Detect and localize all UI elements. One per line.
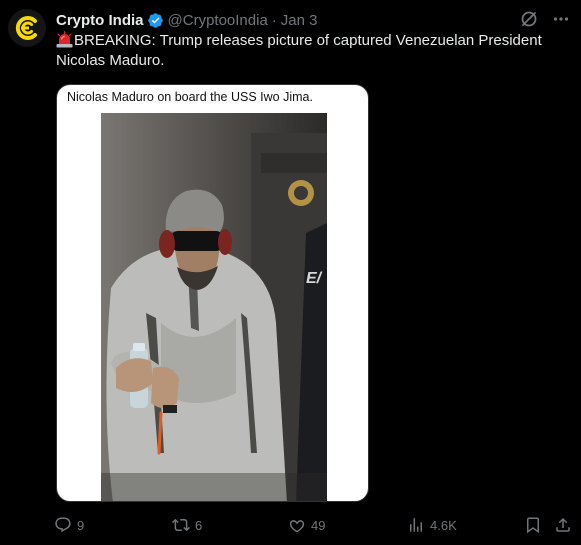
tweet-text: BREAKING: Trump releases picture of capt… bbox=[56, 30, 566, 71]
share-button[interactable] bbox=[554, 514, 572, 536]
repost-button[interactable]: 6 bbox=[172, 514, 202, 536]
media-caption: Nicolas Maduro on board the USS Iwo Jima… bbox=[67, 90, 313, 104]
reply-button[interactable]: 9 bbox=[54, 514, 84, 536]
tweet-body: BREAKING: Trump releases picture of capt… bbox=[56, 32, 542, 69]
post-date[interactable]: Jan 3 bbox=[281, 12, 318, 29]
like-button[interactable]: 49 bbox=[288, 514, 325, 536]
siren-emoji-icon bbox=[56, 30, 73, 48]
grok-icon[interactable] bbox=[519, 9, 539, 29]
views-button[interactable]: 4.6K bbox=[407, 514, 457, 536]
reply-count: 9 bbox=[77, 517, 85, 533]
post[interactable]: Crypto India @CryptooIndia · Jan 3 BREAK… bbox=[0, 0, 581, 545]
user-handle[interactable]: @CryptooIndia bbox=[168, 12, 268, 29]
bookmark-button[interactable] bbox=[524, 514, 542, 536]
repost-count: 6 bbox=[195, 517, 203, 533]
repost-icon bbox=[172, 518, 190, 532]
avatar[interactable] bbox=[8, 9, 46, 47]
bookmark-icon bbox=[527, 517, 539, 534]
crypto-india-logo-icon bbox=[8, 9, 46, 47]
more-options-icon[interactable] bbox=[551, 9, 571, 29]
svg-text:E/: E/ bbox=[306, 270, 323, 287]
action-bar: 9 6 49 4.6K bbox=[54, 514, 572, 536]
like-count: 49 bbox=[311, 517, 326, 533]
display-name[interactable]: Crypto India bbox=[56, 12, 144, 29]
media-card[interactable]: Nicolas Maduro on board the USS Iwo Jima… bbox=[56, 84, 369, 502]
reply-icon bbox=[55, 517, 71, 533]
heart-icon bbox=[289, 520, 305, 533]
photo[interactable]: E/ bbox=[101, 113, 327, 501]
analytics-icon bbox=[410, 518, 422, 532]
share-icon bbox=[556, 517, 570, 532]
views-count: 4.6K bbox=[430, 517, 457, 533]
top-icons bbox=[519, 9, 571, 29]
separator: · bbox=[271, 11, 277, 29]
post-header: Crypto India @CryptooIndia · Jan 3 bbox=[56, 10, 318, 30]
verified-badge-icon[interactable] bbox=[147, 12, 164, 29]
